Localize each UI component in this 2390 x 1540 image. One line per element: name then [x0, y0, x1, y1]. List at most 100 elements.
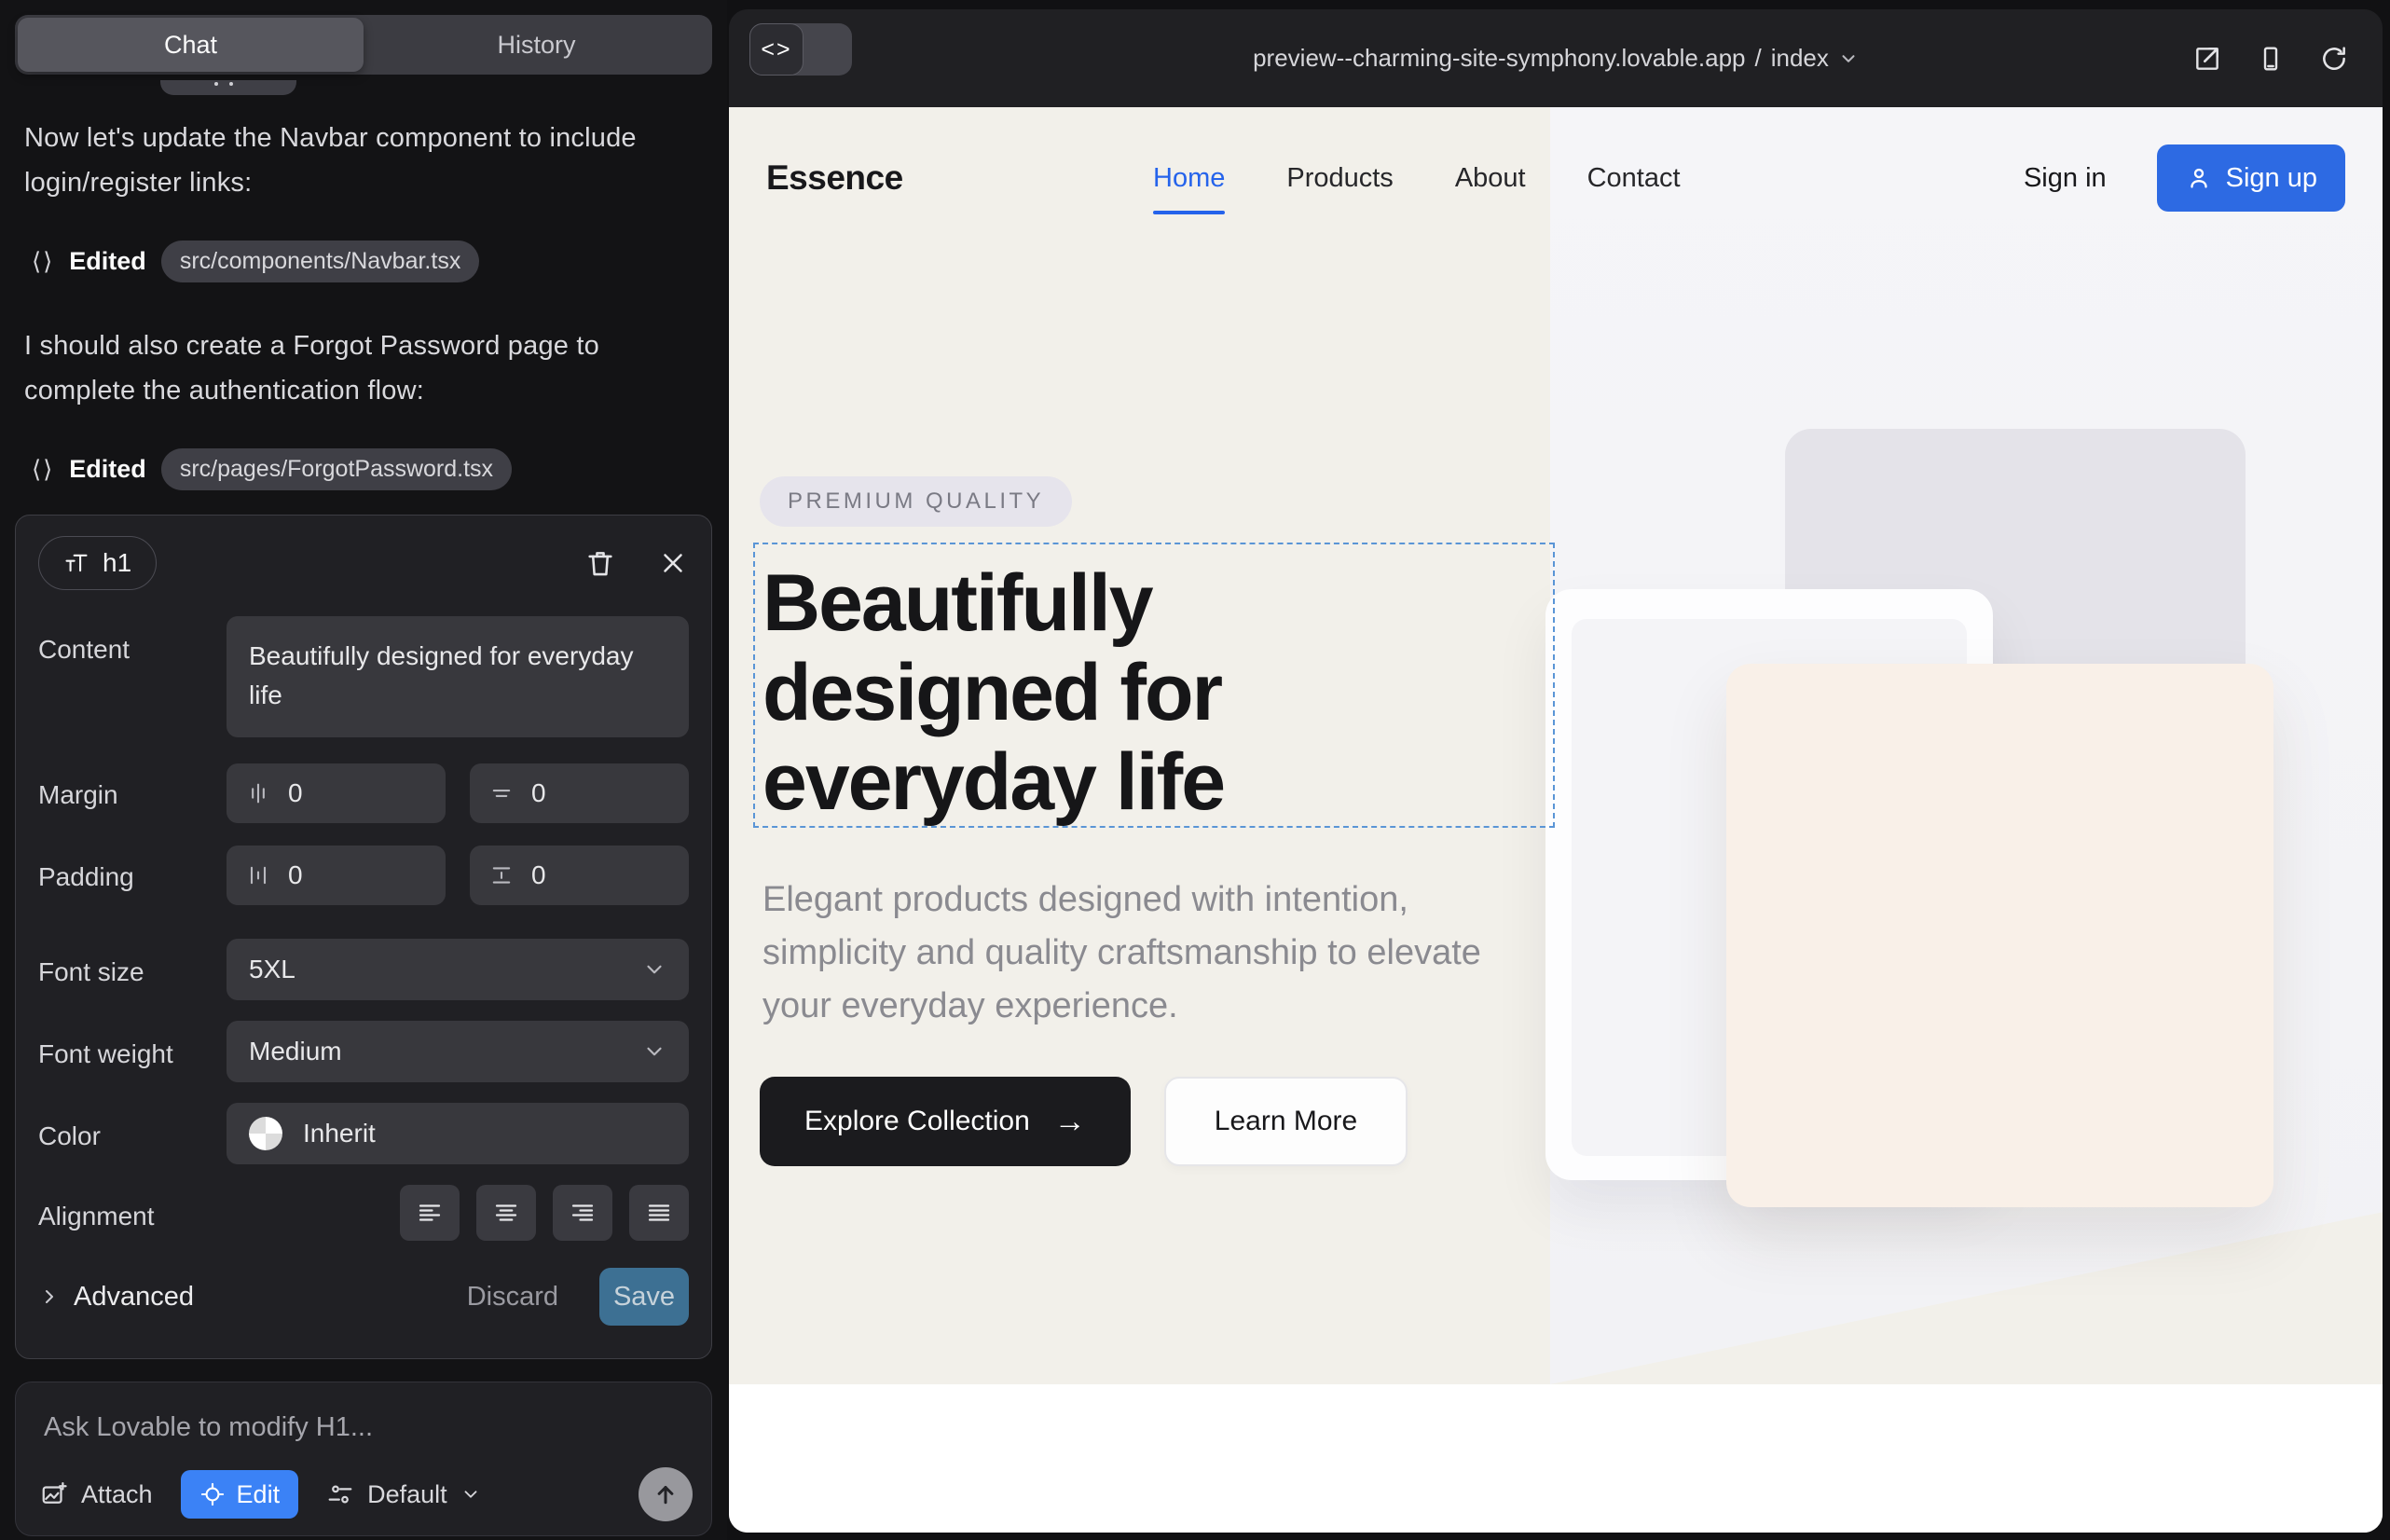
- chevron-down-icon: [642, 957, 666, 982]
- user-icon: [2185, 164, 2213, 192]
- chat-composer[interactable]: Ask Lovable to modify H1... Attach Edit: [15, 1382, 712, 1536]
- url-host: preview--charming-site-symphony.lovable.…: [1253, 44, 1745, 73]
- element-tag-pill[interactable]: h1: [38, 536, 157, 590]
- model-default-dropdown[interactable]: Default: [326, 1480, 481, 1509]
- nav-link-products[interactable]: Products: [1286, 163, 1393, 194]
- preview-window: <> preview--charming-site-symphony.lovab…: [729, 9, 2383, 1533]
- edited-label: Edited: [69, 455, 146, 484]
- sign-in-link[interactable]: Sign in: [2024, 163, 2107, 194]
- site-logo[interactable]: Essence: [766, 158, 903, 198]
- arrow-up-icon: [652, 1480, 680, 1508]
- align-right-icon: [569, 1199, 597, 1227]
- edited-file-row: ⟨⟩ Edited src/pages/ForgotPassword.tsx: [32, 448, 703, 490]
- url-separator: /: [1755, 44, 1762, 73]
- font-size-label: Font size: [38, 957, 144, 987]
- discard-button[interactable]: Discard: [467, 1282, 558, 1313]
- open-external-button[interactable]: [2192, 44, 2222, 74]
- scrolled-chip-remnant: [160, 80, 296, 95]
- save-button[interactable]: Save: [599, 1268, 689, 1326]
- refresh-button[interactable]: [2319, 44, 2349, 74]
- font-weight-select[interactable]: Medium: [227, 1021, 689, 1082]
- hero-heading[interactable]: Beautifully designed for everyday life: [762, 558, 1452, 827]
- send-button[interactable]: [639, 1467, 693, 1521]
- attach-button[interactable]: Attach: [40, 1480, 153, 1509]
- preview-pane: <> preview--charming-site-symphony.lovab…: [727, 0, 2390, 1540]
- align-justify-button[interactable]: [629, 1185, 689, 1241]
- edited-label: Edited: [69, 247, 146, 276]
- target-icon: [199, 1481, 226, 1507]
- color-label: Color: [38, 1121, 101, 1151]
- close-editor-button[interactable]: [657, 547, 689, 579]
- padding-label: Padding: [38, 862, 134, 892]
- delete-element-button[interactable]: [584, 547, 616, 579]
- align-right-button[interactable]: [553, 1185, 612, 1241]
- padding-y-input[interactable]: 0: [470, 846, 689, 905]
- code-icon: ⟨⟩: [32, 455, 54, 484]
- refresh-icon: [2319, 44, 2349, 74]
- font-size-select[interactable]: 5XL: [227, 939, 689, 1000]
- alignment-label: Alignment: [38, 1202, 155, 1231]
- external-link-icon: [2192, 44, 2222, 74]
- nav-link-home[interactable]: Home: [1153, 163, 1225, 194]
- element-editor-panel: h1 Content Beautif: [15, 515, 712, 1359]
- chevron-down-icon: [460, 1484, 481, 1505]
- margin-x-input[interactable]: 0: [227, 763, 446, 823]
- align-justify-icon: [645, 1199, 673, 1227]
- editor-panel-header: h1: [38, 534, 689, 592]
- align-left-icon: [416, 1199, 444, 1227]
- align-left-button[interactable]: [400, 1185, 460, 1241]
- margin-x-icon: [245, 780, 271, 806]
- chat-messages: Now let's update the Navbar component to…: [0, 75, 727, 515]
- code-view-toggle[interactable]: <>: [749, 23, 852, 76]
- composer-placeholder[interactable]: Ask Lovable to modify H1...: [44, 1412, 373, 1443]
- learn-more-button[interactable]: Learn More: [1164, 1077, 1408, 1166]
- file-chip[interactable]: src/components/Navbar.tsx: [161, 241, 480, 282]
- mobile-view-button[interactable]: [2256, 44, 2286, 74]
- advanced-toggle[interactable]: Advanced: [38, 1282, 194, 1313]
- site-navbar: Essence Home Products About Contact Sign…: [729, 107, 2383, 249]
- preview-toolbar: <> preview--charming-site-symphony.lovab…: [729, 9, 2383, 107]
- edit-mode-button[interactable]: Edit: [181, 1470, 299, 1519]
- assistant-message: I should also create a Forgot Password p…: [24, 323, 703, 413]
- color-select[interactable]: Inherit: [227, 1103, 689, 1164]
- edited-file-row: ⟨⟩ Edited src/components/Navbar.tsx: [32, 241, 703, 282]
- lovable-app: Chat History Now let's update the Navbar…: [0, 0, 2390, 1540]
- premium-quality-badge: PREMIUM QUALITY: [760, 476, 1072, 527]
- font-weight-label: Font weight: [38, 1039, 173, 1069]
- content-input[interactable]: Beautifully designed for everyday life: [227, 616, 689, 737]
- padding-y-icon: [488, 862, 515, 888]
- padding-x-icon: [245, 862, 271, 888]
- nav-link-about[interactable]: About: [1455, 163, 1526, 194]
- decor-card-cream: [1726, 664, 2273, 1207]
- align-center-button[interactable]: [476, 1185, 536, 1241]
- sign-up-button[interactable]: Sign up: [2157, 144, 2345, 212]
- chat-sidebar: Chat History Now let's update the Navbar…: [0, 0, 727, 1540]
- text-type-icon: [63, 550, 89, 576]
- tab-chat[interactable]: Chat: [18, 18, 364, 72]
- content-label: Content: [38, 635, 130, 665]
- chat-history-tabs: Chat History: [15, 15, 712, 75]
- chevron-down-icon: [1838, 48, 1859, 69]
- code-toggle-icon: <>: [749, 23, 804, 76]
- arrow-right-icon: →: [1054, 1104, 1086, 1140]
- margin-y-input[interactable]: 0: [470, 763, 689, 823]
- close-icon: [657, 547, 689, 579]
- smartphone-icon: [2256, 44, 2286, 74]
- tab-history[interactable]: History: [364, 18, 709, 72]
- code-icon: ⟨⟩: [32, 247, 54, 276]
- explore-collection-button[interactable]: Explore Collection →: [760, 1077, 1131, 1166]
- url-page: index: [1771, 44, 1829, 73]
- url-bar[interactable]: preview--charming-site-symphony.lovable.…: [1253, 44, 1859, 73]
- file-chip[interactable]: src/pages/ForgotPassword.tsx: [161, 448, 512, 490]
- nav-link-contact[interactable]: Contact: [1587, 163, 1681, 194]
- chevron-right-icon: [38, 1286, 61, 1308]
- margin-y-icon: [488, 780, 515, 806]
- padding-x-input[interactable]: 0: [227, 846, 446, 905]
- margin-label: Margin: [38, 780, 118, 810]
- element-tag-label: h1: [103, 548, 131, 578]
- section-below-hero: [729, 1384, 2383, 1533]
- color-swatch: [249, 1117, 282, 1150]
- align-center-icon: [492, 1199, 520, 1227]
- chevron-down-icon: [642, 1039, 666, 1064]
- sliders-icon: [326, 1480, 354, 1508]
